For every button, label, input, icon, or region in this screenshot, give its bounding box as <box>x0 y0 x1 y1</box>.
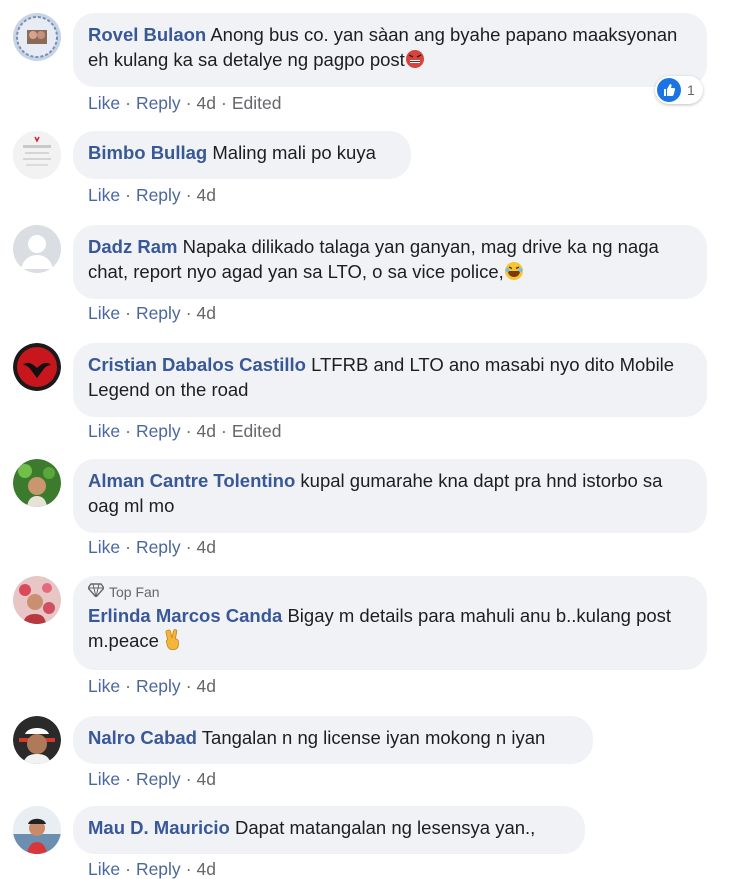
avatar[interactable] <box>13 343 61 391</box>
reaction-count-value: 1 <box>687 82 695 98</box>
comment-actions: Like · Reply · 4d <box>88 303 216 323</box>
reply-link[interactable]: Reply <box>136 421 181 441</box>
reply-link[interactable]: Reply <box>136 303 181 323</box>
commenter-name[interactable]: Mau D. Mauricio <box>88 817 230 838</box>
comment-bubble: Top Fan Erlinda Marcos Canda Bigay m det… <box>73 576 707 670</box>
laughing-face-icon <box>504 261 524 287</box>
commenter-name[interactable]: Alman Cantre Tolentino <box>88 470 295 491</box>
reply-link[interactable]: Reply <box>136 676 181 696</box>
angry-face-icon <box>405 49 425 75</box>
reply-link[interactable]: Reply <box>136 537 181 557</box>
comment-actions: Like · Reply · 4d <box>88 537 216 557</box>
edited-label[interactable]: Edited <box>232 93 282 113</box>
avatar[interactable] <box>13 716 61 764</box>
timestamp[interactable]: 4d <box>197 769 216 789</box>
comment-actions: Like · Reply · 4d <box>88 185 216 205</box>
top-fan-label: Top Fan <box>109 584 160 600</box>
like-link[interactable]: Like <box>88 421 120 441</box>
avatar[interactable] <box>13 576 61 624</box>
reply-link[interactable]: Reply <box>136 859 181 879</box>
reply-link[interactable]: Reply <box>136 93 181 113</box>
comment-actions: Like · Reply · 4d · Edited <box>88 421 282 441</box>
edited-label[interactable]: Edited <box>232 421 282 441</box>
commenter-name[interactable]: Rovel Bulaon <box>88 24 206 45</box>
timestamp[interactable]: 4d <box>197 185 216 205</box>
top-fan-badge[interactable]: Top Fan <box>87 583 691 601</box>
comment-actions: Like · Reply · 4d <box>88 859 216 879</box>
thumbs-up-icon <box>657 78 681 102</box>
timestamp[interactable]: 4d <box>197 303 216 323</box>
comment-bubble: Nalro Cabad Tangalan n ng license iyan m… <box>73 716 593 764</box>
comment-bubble: Bimbo Bullag Maling mali po kuya <box>73 131 411 179</box>
avatar[interactable] <box>13 131 61 179</box>
comment-bubble: Dadz Ram Napaka dilikado talaga yan gany… <box>73 225 707 299</box>
reaction-count[interactable]: 1 <box>655 76 703 104</box>
timestamp[interactable]: 4d <box>197 859 216 879</box>
timestamp[interactable]: 4d <box>197 537 216 557</box>
commenter-name[interactable]: Dadz Ram <box>88 236 177 257</box>
comment-bubble: Mau D. Mauricio Dapat matangalan ng lese… <box>73 806 585 854</box>
avatar[interactable] <box>13 13 61 61</box>
victory-hand-icon <box>163 628 183 656</box>
like-link[interactable]: Like <box>88 676 120 696</box>
timestamp[interactable]: 4d <box>197 93 216 113</box>
avatar[interactable] <box>13 806 61 854</box>
comment-actions: Like · Reply · 4d <box>88 676 216 696</box>
like-link[interactable]: Like <box>88 303 120 323</box>
comment-text: Dapat matangalan ng lesensya yan., <box>235 817 536 838</box>
commenter-name[interactable]: Bimbo Bullag <box>88 142 207 163</box>
comment-bubble: Rovel Bulaon Anong bus co. yan sàan ang … <box>73 13 707 87</box>
diamond-icon <box>87 583 105 601</box>
commenter-name[interactable]: Erlinda Marcos Canda <box>88 605 282 626</box>
like-link[interactable]: Like <box>88 769 120 789</box>
like-link[interactable]: Like <box>88 93 120 113</box>
timestamp[interactable]: 4d <box>197 676 216 696</box>
reply-link[interactable]: Reply <box>136 185 181 205</box>
commenter-name[interactable]: Nalro Cabad <box>88 727 197 748</box>
comment-text: Maling mali po kuya <box>212 142 376 163</box>
comment-bubble: Cristian Dabalos Castillo LTFRB and LTO … <box>73 343 707 417</box>
like-link[interactable]: Like <box>88 185 120 205</box>
avatar[interactable] <box>13 225 61 273</box>
timestamp[interactable]: 4d <box>197 421 216 441</box>
like-link[interactable]: Like <box>88 537 120 557</box>
reply-link[interactable]: Reply <box>136 769 181 789</box>
avatar[interactable] <box>13 459 61 507</box>
comment-text: Tangalan n ng license iyan mokong n iyan <box>201 727 546 748</box>
comment-bubble: Alman Cantre Tolentino kupal gumarahe kn… <box>73 459 707 533</box>
comment-actions: Like · Reply · 4d <box>88 769 216 789</box>
commenter-name[interactable]: Cristian Dabalos Castillo <box>88 354 306 375</box>
like-link[interactable]: Like <box>88 859 120 879</box>
comment-actions: Like · Reply · 4d · Edited <box>88 93 282 113</box>
